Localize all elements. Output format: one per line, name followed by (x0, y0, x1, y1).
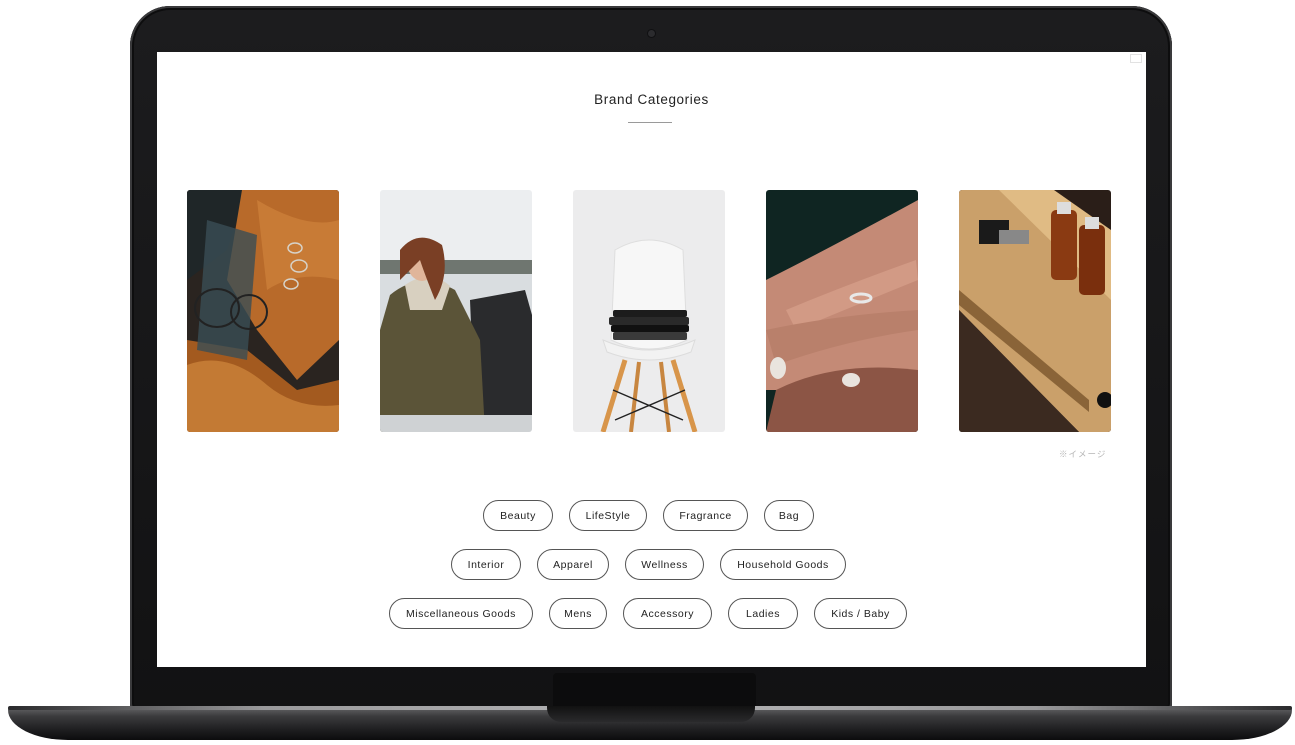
title-divider (628, 122, 672, 123)
category-pill-accessory[interactable]: Accessory (623, 598, 712, 629)
laptop-hinge (553, 673, 756, 709)
category-pill-miscellaneous-goods[interactable]: Miscellaneous Goods (389, 598, 533, 629)
category-pill-kids-baby[interactable]: Kids / Baby (814, 598, 907, 629)
page-title: Brand Categories (594, 92, 709, 107)
category-row-1: Beauty LifeStyle Fragrance Bag (483, 500, 815, 533)
category-pill-bag[interactable]: Bag (764, 500, 814, 531)
category-pill-mens[interactable]: Mens (549, 598, 607, 629)
category-pill-beauty[interactable]: Beauty (483, 500, 553, 531)
photo-jewelry-glasses[interactable] (187, 190, 339, 432)
category-pill-household-goods[interactable]: Household Goods (720, 549, 846, 580)
image-note: ※イメージ (1059, 449, 1107, 459)
photo-amber-bottles[interactable] (959, 190, 1111, 432)
photo-hands-ring[interactable] (766, 190, 918, 432)
category-row-2: Interior Apparel Wellness Household Good… (451, 549, 847, 582)
category-pill-apparel[interactable]: Apparel (537, 549, 609, 580)
category-row-3: Miscellaneous Goods Mens Accessory Ladie… (389, 598, 909, 631)
category-pill-ladies[interactable]: Ladies (728, 598, 798, 629)
corner-mark-icon (1130, 54, 1142, 63)
laptop-notch (547, 706, 755, 722)
category-pill-lifestyle[interactable]: LifeStyle (569, 500, 647, 531)
category-pill-wellness[interactable]: Wellness (625, 549, 704, 580)
category-pill-fragrance[interactable]: Fragrance (663, 500, 748, 531)
photo-woman-backpack[interactable] (380, 190, 532, 432)
category-pill-interior[interactable]: Interior (451, 549, 521, 580)
photo-chair-clothes[interactable] (573, 190, 725, 432)
webcam-icon (648, 30, 655, 37)
screen: Brand Categories ※イメージ Beauty LifeStyle … (157, 52, 1146, 667)
